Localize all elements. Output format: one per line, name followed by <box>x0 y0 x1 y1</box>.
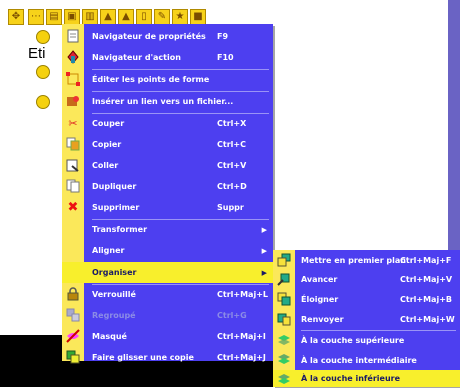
star-icon[interactable]: ★ <box>172 9 188 25</box>
menu-item-delete[interactable]: ✖ Supprimer Suppr <box>62 197 273 218</box>
landscape-icon[interactable]: ▲ <box>100 9 116 25</box>
drag-copy-icon <box>65 349 81 365</box>
image-icon[interactable]: ▣ <box>64 9 80 25</box>
menu-item-grouped[interactable]: Regroupé Ctrl+G <box>62 305 273 326</box>
bring-to-front-icon <box>276 252 292 268</box>
menu-item-edit-shape-points[interactable]: Éditer les points de forme <box>62 69 273 90</box>
menu-item-drag-copy[interactable]: Faire glisser une copie Ctrl+Maj+J <box>62 347 273 368</box>
copy-icon <box>65 136 81 152</box>
send-backward-icon <box>276 291 292 307</box>
color-icon[interactable]: ■ <box>190 9 206 25</box>
hidden-icon <box>65 328 81 344</box>
menu-item-paste[interactable]: Coller Ctrl+V <box>62 155 273 176</box>
page-icon <box>65 28 81 44</box>
menu-item-align[interactable]: Aligner ▶ <box>62 240 273 261</box>
lock-icon <box>65 286 81 302</box>
submenu-arrow-icon: ▶ <box>261 246 267 255</box>
right-panel <box>448 0 460 252</box>
dash-icon[interactable]: ⋯ <box>28 9 44 25</box>
action-icon <box>65 49 81 65</box>
submenu-item-move-forward[interactable]: Avancer Ctrl+Maj+V <box>273 269 460 290</box>
shape-handle[interactable] <box>36 95 50 109</box>
chart-icon[interactable]: ▥ <box>82 9 98 25</box>
landscape-icon[interactable]: ▲ <box>118 9 134 25</box>
paste-icon <box>65 157 81 173</box>
layers-icon <box>276 372 292 388</box>
arrange-submenu: Mettre en premier plan Ctrl+Maj+F Avance… <box>273 250 460 387</box>
submenu-item-send-backward[interactable]: Éloigner Ctrl+Maj+B <box>273 289 460 310</box>
form-icon[interactable]: ▤ <box>46 9 62 25</box>
submenu-item-middle-layer[interactable]: À la couche intermédiaire <box>273 350 460 371</box>
page-icon[interactable]: ▯ <box>136 9 152 25</box>
shape-points-icon <box>65 71 81 87</box>
layers-icon <box>276 332 292 348</box>
context-menu: Navigateur de propriétés F9 Navigateur d… <box>62 24 273 364</box>
menu-item-arrange[interactable]: Organiser ▶ <box>62 262 273 283</box>
action-icon[interactable]: ✎ <box>154 9 170 25</box>
submenu-item-top-layer[interactable]: À la couche supérieure <box>273 330 460 351</box>
shape-handle[interactable] <box>36 65 50 79</box>
layers-icon <box>276 352 292 368</box>
submenu-item-bottom-layer[interactable]: À la couche inférieure <box>273 370 460 387</box>
shape-handle[interactable] <box>36 30 50 44</box>
menu-item-copy[interactable]: Copier Ctrl+C <box>62 134 273 155</box>
canvas-label[interactable]: Eti <box>28 45 46 62</box>
send-to-back-icon <box>276 311 292 327</box>
group-icon <box>65 307 81 323</box>
move-forward-icon <box>276 271 292 287</box>
menu-item-property-navigator[interactable]: Navigateur de propriétés F9 <box>62 26 273 47</box>
scissors-icon: ✂ <box>68 116 78 130</box>
menu-item-locked[interactable]: Verrouillé Ctrl+Maj+L <box>62 284 273 305</box>
menu-item-duplicate[interactable]: Dupliquer Ctrl+D <box>62 176 273 197</box>
submenu-arrow-icon: ▶ <box>261 225 267 234</box>
menu-item-transform[interactable]: Transformer ▶ <box>62 219 273 240</box>
duplicate-icon <box>65 178 81 194</box>
menu-item-insert-file-link[interactable]: Insérer un lien vers un fichier... <box>62 91 273 112</box>
delete-icon: ✖ <box>67 199 79 215</box>
menu-item-cut[interactable]: ✂ Couper Ctrl+X <box>62 113 273 134</box>
menu-item-hidden[interactable]: Masqué Ctrl+Maj+I <box>62 326 273 347</box>
submenu-item-bring-to-front[interactable]: Mettre en premier plan Ctrl+Maj+F <box>273 250 460 271</box>
select-icon[interactable]: ✥ <box>8 9 24 25</box>
submenu-item-send-to-back[interactable]: Renvoyer Ctrl+Maj+W <box>273 309 460 330</box>
submenu-arrow-icon: ▶ <box>261 268 267 277</box>
menu-item-action-navigator[interactable]: Navigateur d'action F10 <box>62 47 273 68</box>
link-icon <box>65 93 81 109</box>
